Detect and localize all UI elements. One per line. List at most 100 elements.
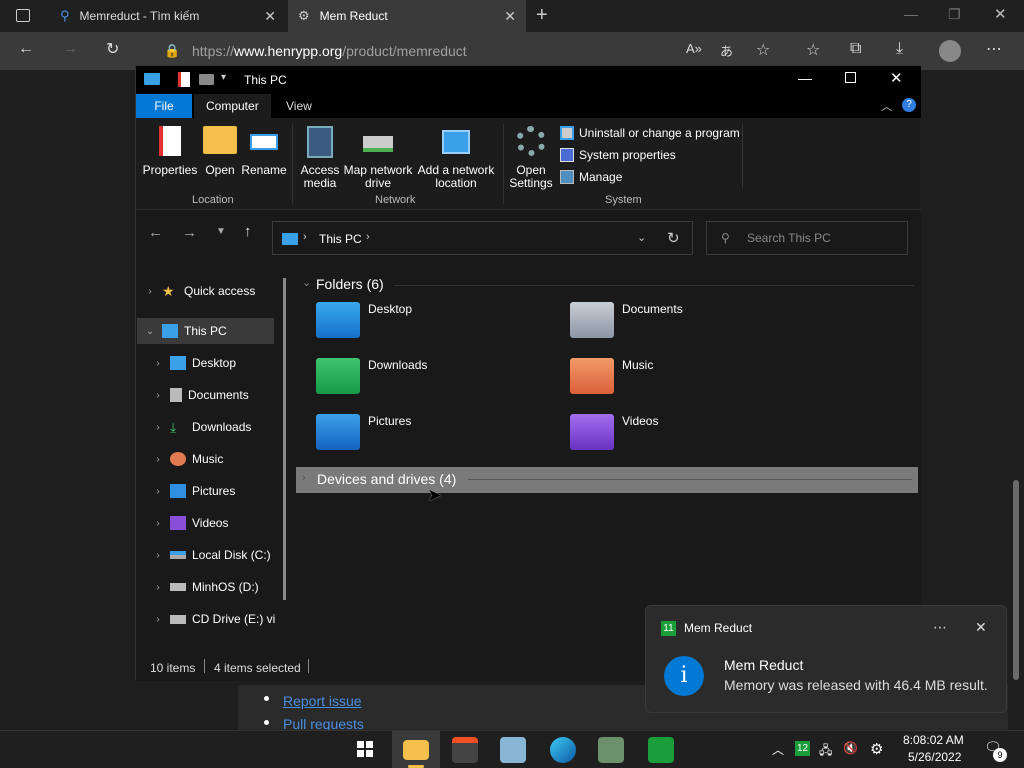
close-tab-icon[interactable]: ✕ [504,8,516,25]
nav-pictures[interactable]: › Pictures [150,478,235,504]
open-settings-button[interactable]: Open Settings [506,126,556,190]
maximize-icon[interactable] [845,72,856,83]
tab-file[interactable]: File [136,94,192,118]
edge-icon[interactable] [550,737,576,763]
open-button[interactable]: Open [200,126,240,177]
more-options-icon[interactable]: ⋯ [933,619,947,636]
close-tab-icon[interactable]: ✕ [264,8,276,25]
folder-videos[interactable]: Videos [570,414,658,450]
help-icon[interactable]: ? [902,98,916,112]
restore-icon[interactable]: ❐ [948,6,961,23]
collections-icon[interactable]: ⧉ [850,40,861,58]
downloads-icon[interactable]: ⤓ [896,40,903,58]
folder-music[interactable]: Music [570,358,653,394]
clock-time[interactable]: 8:08:02 AM [903,733,964,747]
back-icon[interactable]: ← [148,224,163,241]
map-network-drive-button[interactable]: Map network drive [342,126,414,190]
add-network-location-button[interactable]: Add a network location [416,126,496,190]
start-icon[interactable] [357,741,373,757]
up-icon[interactable]: ↑ [244,223,252,240]
collapse-ribbon-icon[interactable]: ︿ [881,98,892,114]
nav-cd-drive-e[interactable]: › CD Drive (E:) vi [150,606,276,632]
translate-icon[interactable]: あ [720,41,733,60]
nav-downloads[interactable]: › ⤓ Downloads [150,414,251,440]
nav-local-disk-c[interactable]: › Local Disk (C:) [150,542,270,568]
settings-icon[interactable]: ⚙ [870,740,883,758]
nav-music[interactable]: › Music [150,446,223,472]
properties-qa-icon[interactable] [178,72,190,87]
forward-icon[interactable]: → [62,40,78,58]
address-dropdown-icon[interactable]: ⌄ [637,231,646,244]
chevron-right-icon[interactable]: › [150,550,166,561]
notification-toast[interactable]: 11 Mem Reduct ⋯ ✕ i Mem Reduct Memory wa… [645,605,1007,713]
refresh-icon[interactable]: ↻ [667,229,680,247]
task-manager-icon[interactable] [500,737,526,763]
tab-view[interactable]: View [274,94,324,118]
nav-this-pc[interactable]: ⌄ This PC [137,318,274,344]
chevron-right-icon[interactable]: › [150,582,166,593]
uninstall-program-button[interactable]: Uninstall or change a program [560,126,740,140]
forward-icon[interactable]: → [182,224,197,241]
volume-muted-icon[interactable]: 🔇 [843,741,858,755]
new-folder-qa-icon[interactable] [199,74,214,85]
access-media-button[interactable]: Access media [296,126,344,190]
refresh-icon[interactable]: ↻ [106,39,119,59]
read-aloud-icon[interactable]: A» [686,41,702,56]
folder-documents[interactable]: Documents [570,302,683,338]
manage-button[interactable]: Manage [560,170,622,184]
chevron-right-icon[interactable]: › [302,472,306,484]
favorite-add-icon[interactable]: ☆ [756,40,770,60]
page-scrollbar[interactable] [1008,70,1024,730]
system-properties-button[interactable]: System properties [560,148,676,162]
report-issue-link[interactable]: Report issue [283,693,362,709]
store-icon[interactable] [452,737,478,763]
memreduct-icon[interactable] [648,737,674,763]
folders-header[interactable]: Folders (6) [316,276,384,292]
folder-downloads[interactable]: Downloads [316,358,427,394]
chevron-right-icon[interactable]: › [150,454,166,465]
control-panel-icon[interactable] [598,737,624,763]
scroll-thumb[interactable] [1013,480,1019,680]
address-field[interactable]: › This PC › ⌄ ↻ [272,221,693,255]
nav-minhos-d[interactable]: › MinhOS (D:) [150,574,258,600]
close-icon[interactable]: ✕ [890,69,903,87]
more-menu-icon[interactable]: ⋯ [986,39,1002,59]
recent-locations-icon[interactable]: ▼ [216,226,226,237]
taskbar-explorer-active[interactable] [392,731,440,768]
profile-avatar[interactable] [939,40,961,62]
customize-qa-icon[interactable]: ▾ [221,72,226,83]
memreduct-tray-icon[interactable]: 12 [795,741,810,756]
close-window-icon[interactable]: ✕ [994,5,1007,23]
clock-date[interactable]: 5/26/2022 [908,750,961,764]
chevron-down-icon[interactable]: ⌄ [142,326,158,337]
nav-scrollbar[interactable] [283,278,286,600]
rename-button[interactable]: Rename [240,126,288,177]
tab-computer[interactable]: Computer [194,94,271,118]
search-field[interactable]: ⚲ Search This PC [706,221,908,255]
chevron-right-icon[interactable]: › [150,390,166,401]
nav-desktop[interactable]: › Desktop [150,350,236,376]
tab-memreduct[interactable]: ⚙ Mem Reduct ✕ [288,0,526,32]
tab-search[interactable]: ⚲ Memreduct - Tìm kiếm ✕ [50,0,286,32]
chevron-right-icon[interactable]: › [150,358,166,369]
chevron-right-icon[interactable]: › [150,486,166,497]
devices-header-row[interactable]: › Devices and drives (4) [296,467,918,493]
show-hidden-icons[interactable]: ︿ [772,741,784,758]
back-icon[interactable]: ← [18,40,34,58]
chevron-right-icon[interactable]: › [142,286,158,297]
nav-documents[interactable]: › Documents [150,382,249,408]
properties-button[interactable]: Properties [142,126,198,177]
new-tab-icon[interactable]: + [536,4,548,27]
minimize-icon[interactable]: — [904,6,918,22]
url-field[interactable]: 🔒 https://www.henrypp.org/product/memred… [150,38,678,64]
nav-quick-access[interactable]: › ★ Quick access [142,278,255,304]
folder-pictures[interactable]: Pictures [316,414,411,450]
favorites-icon[interactable]: ☆ [806,40,820,60]
chevron-right-icon[interactable]: › [150,614,166,625]
folder-desktop[interactable]: Desktop [316,302,412,338]
chevron-down-icon[interactable]: ⌄ [302,276,311,289]
chevron-right-icon[interactable]: › [150,422,166,433]
network-icon[interactable]: 🖧 [819,741,832,762]
tab-actions-icon[interactable] [16,9,30,22]
nav-videos[interactable]: › Videos [150,510,228,536]
